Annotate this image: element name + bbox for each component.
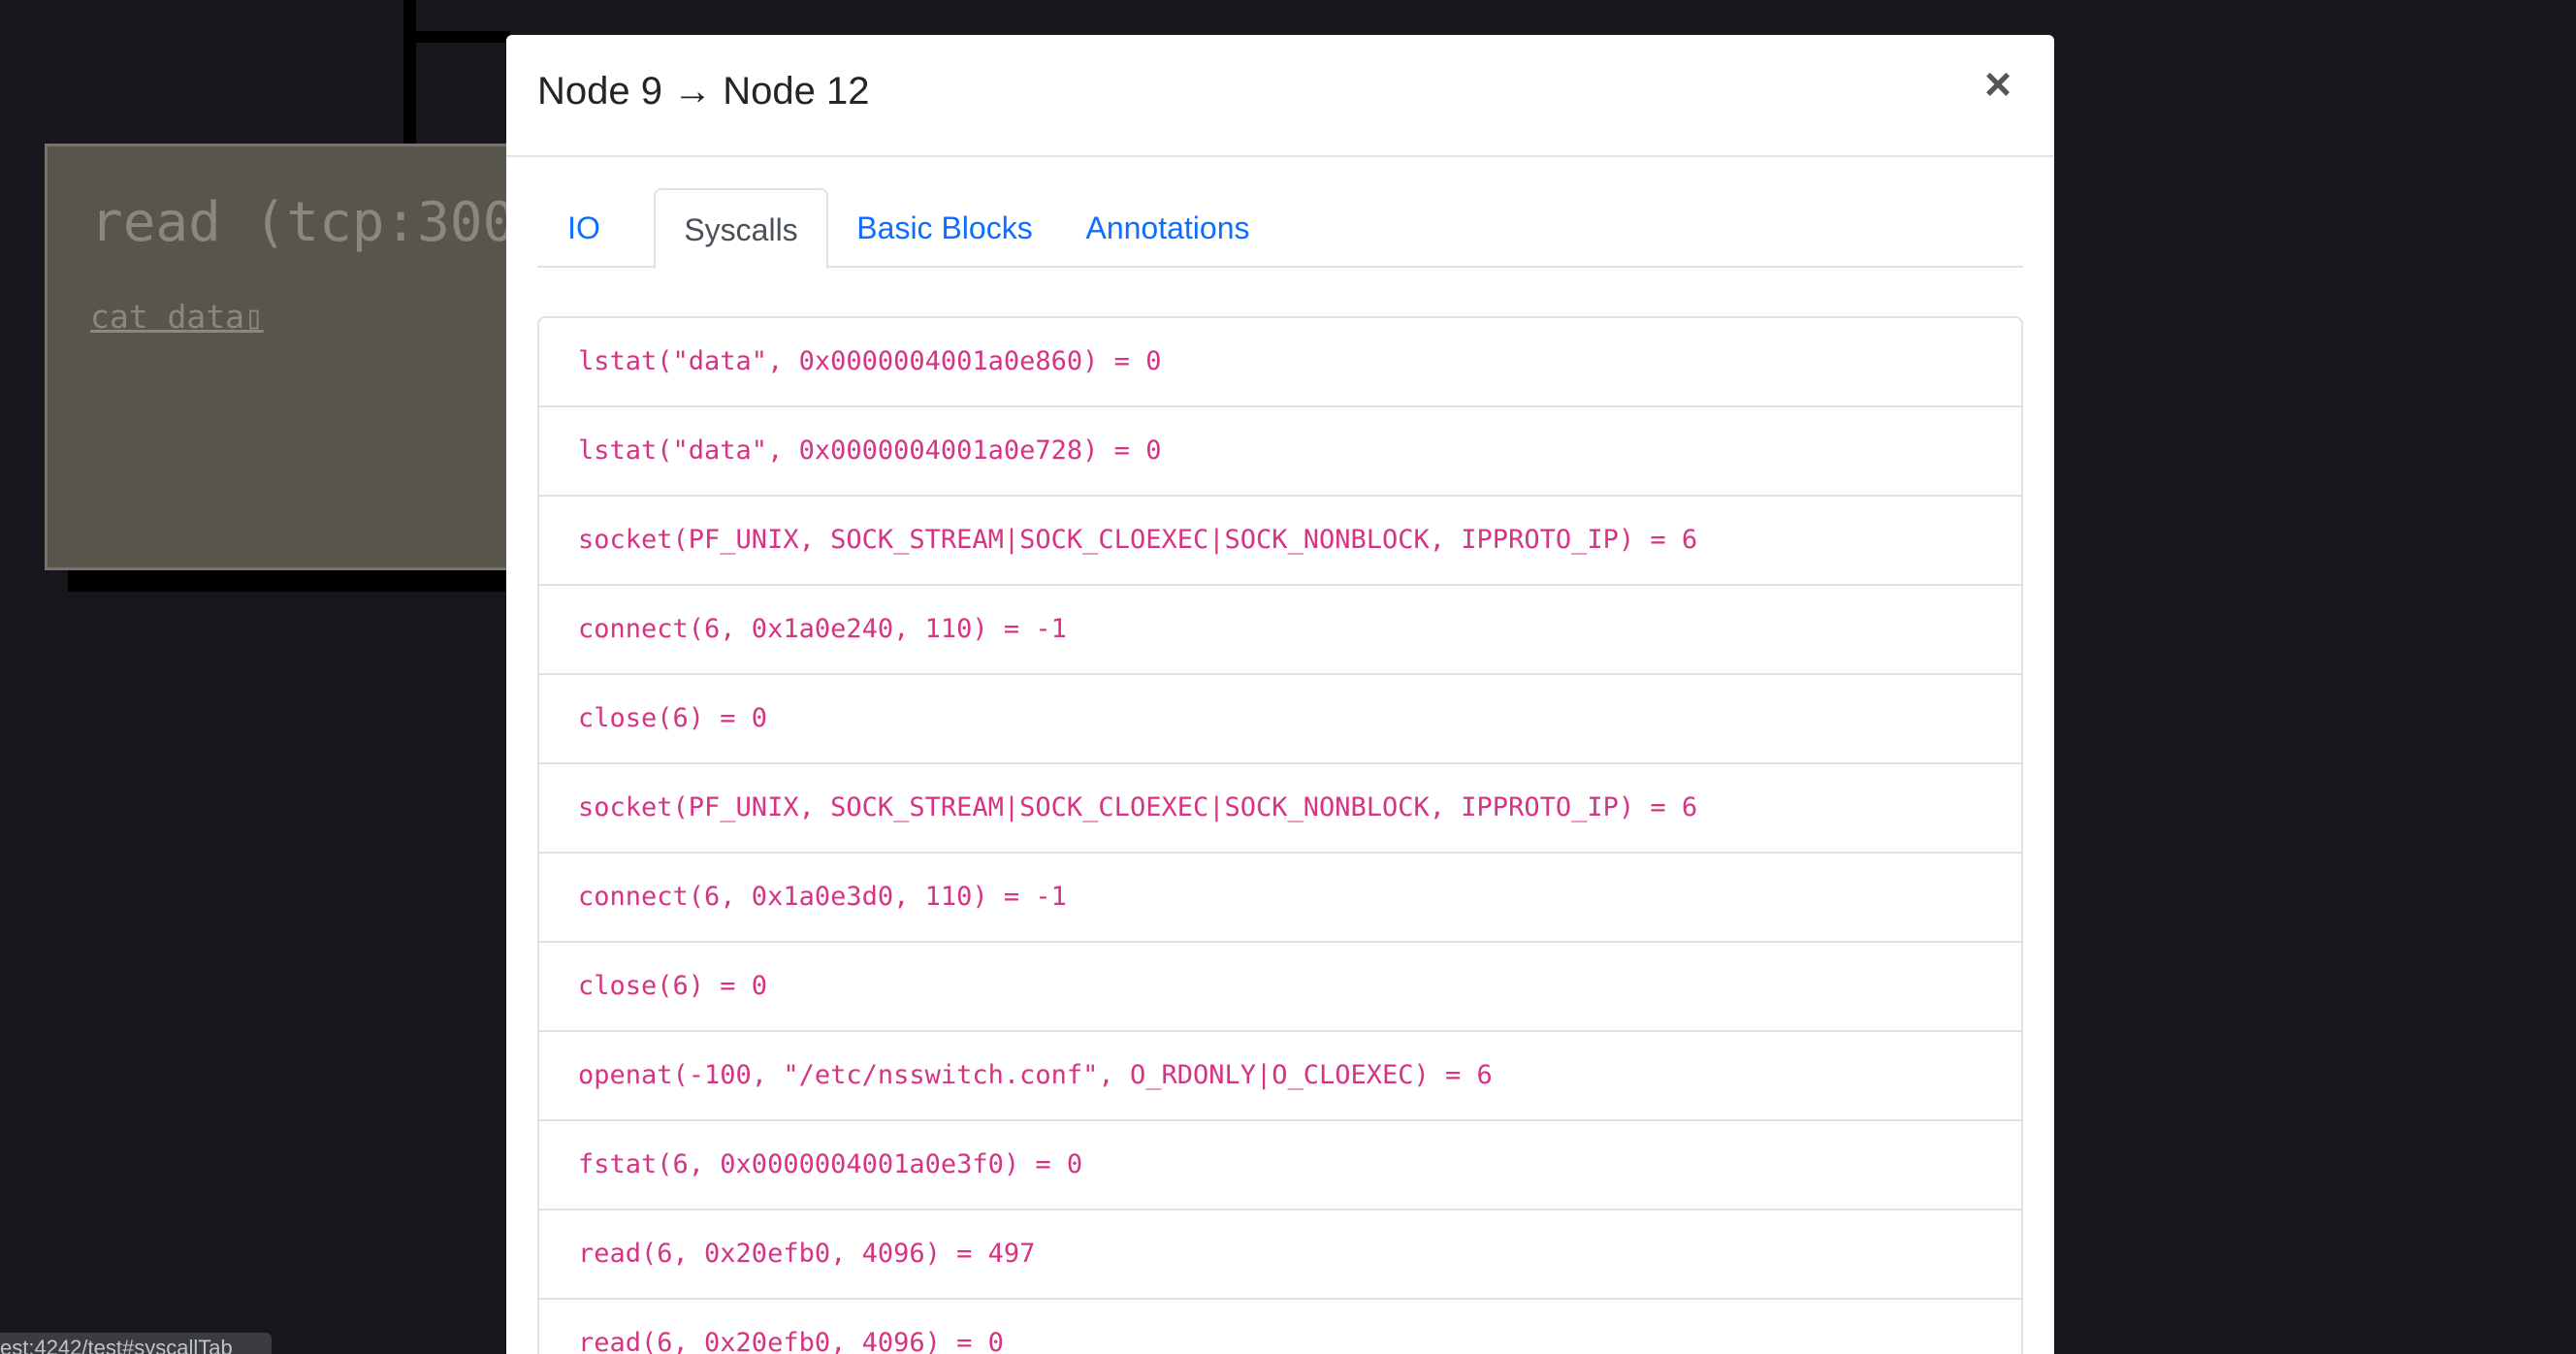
tab-syscalls[interactable]: Syscalls [654,188,828,270]
syscall-row[interactable]: socket(PF_UNIX, SOCK_STREAM|SOCK_CLOEXEC… [539,497,2021,586]
syscall-row[interactable]: socket(PF_UNIX, SOCK_STREAM|SOCK_CLOEXEC… [539,764,2021,854]
modal-title: Node 9 → Node 12 [537,70,870,113]
edge-details-modal: Node 9 → Node 12 × IO Syscalls Basic Blo… [506,35,2054,1354]
syscall-row[interactable]: close(6) = 0 [539,943,2021,1032]
graph-node-command-link[interactable]: cat data▯ [90,298,264,336]
graph-node-title: read (tcp:3004 [90,191,520,254]
tab-io[interactable]: IO [537,188,630,268]
graph-edge-vertical [403,0,416,145]
modal-header: Node 9 → Node 12 × [506,35,2054,157]
syscall-row[interactable]: openat(-100, "/etc/nsswitch.conf", O_RDO… [539,1032,2021,1121]
syscall-list: lstat("data", 0x0000004001a0e860) = 0 ls… [537,316,2023,1354]
syscall-row[interactable]: lstat("data", 0x0000004001a0e728) = 0 [539,407,2021,497]
syscall-row[interactable]: connect(6, 0x1a0e240, 110) = -1 [539,586,2021,675]
tab-bar: IO Syscalls Basic Blocks Annotations [537,188,2023,270]
graph-edge-horizontal [403,31,510,43]
syscall-row[interactable]: connect(6, 0x1a0e3d0, 110) = -1 [539,854,2021,943]
graph-node[interactable]: read (tcp:3004 cat data▯ [45,144,520,570]
close-icon[interactable]: × [1977,62,2019,109]
status-bar-url: est:4242/test#syscallTab [0,1333,272,1354]
app-stage: read (tcp:3004 cat data▯ est:4242/test#s… [0,0,2576,1354]
syscall-row[interactable]: lstat("data", 0x0000004001a0e860) = 0 [539,318,2021,407]
syscall-row[interactable]: read(6, 0x20efb0, 4096) = 0 [539,1300,2021,1354]
tab-annotations[interactable]: Annotations [1061,188,1274,268]
tab-basic-blocks[interactable]: Basic Blocks [828,188,1061,268]
syscall-row[interactable]: fstat(6, 0x0000004001a0e3f0) = 0 [539,1121,2021,1210]
syscall-row[interactable]: close(6) = 0 [539,675,2021,764]
syscall-row[interactable]: read(6, 0x20efb0, 4096) = 497 [539,1210,2021,1300]
